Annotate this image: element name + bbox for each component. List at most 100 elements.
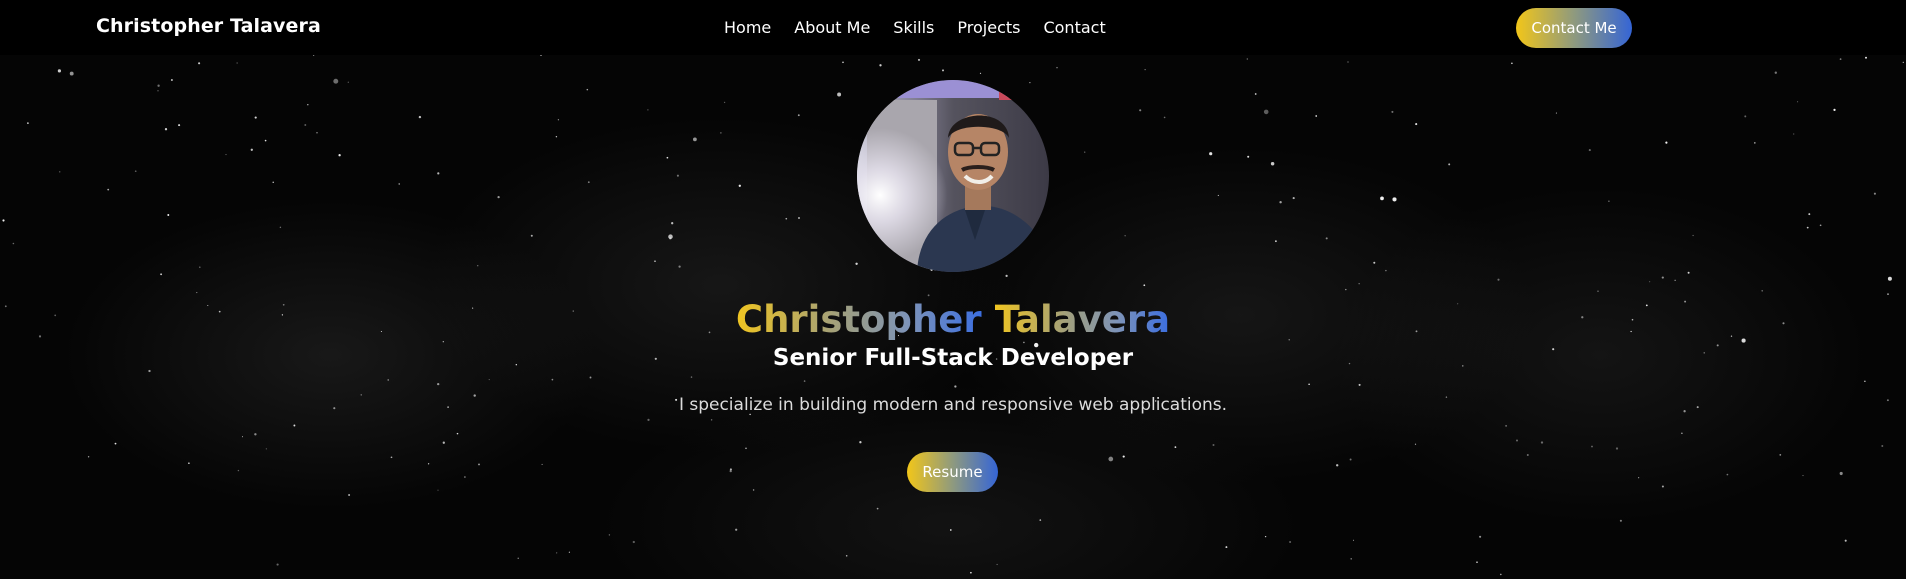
nav-link-about-me[interactable]: About Me [794, 18, 870, 37]
star [476, 264, 479, 267]
star [1761, 289, 1764, 292]
star [1163, 116, 1166, 119]
star [942, 69, 944, 72]
star [970, 571, 972, 574]
star [188, 462, 190, 464]
star [442, 441, 445, 444]
star [199, 266, 201, 268]
star [876, 507, 879, 510]
contact-me-button[interactable]: Contact Me [1516, 8, 1632, 48]
star [557, 119, 560, 121]
star [1391, 110, 1394, 113]
star [1358, 383, 1361, 386]
star [671, 222, 674, 225]
nav-links: Home About Me Skills Projects Contact [724, 18, 1129, 37]
nav-link-projects[interactable]: Projects [957, 18, 1020, 37]
star [842, 61, 844, 64]
star [254, 433, 257, 436]
star [1479, 535, 1482, 538]
star [738, 184, 741, 187]
star [1476, 561, 1478, 564]
star [437, 382, 440, 386]
star [1774, 71, 1777, 74]
star [437, 489, 439, 491]
star [879, 64, 882, 67]
star [1864, 380, 1866, 382]
star [745, 447, 747, 450]
star [996, 563, 998, 566]
star [1279, 201, 1282, 204]
nav-link-home[interactable]: Home [724, 18, 771, 37]
star [1144, 69, 1146, 71]
star [568, 551, 571, 553]
star [164, 128, 168, 131]
star [265, 448, 267, 450]
star [539, 55, 543, 57]
nav-link-contact[interactable]: Contact [1043, 18, 1105, 37]
hero-name: Christopher Talavera [0, 298, 1906, 341]
star [333, 78, 339, 84]
star [1264, 535, 1267, 538]
star [797, 114, 800, 117]
star [1619, 519, 1622, 522]
star [279, 226, 282, 229]
star [1555, 112, 1557, 114]
star [647, 109, 649, 111]
star [589, 376, 592, 379]
star [1797, 101, 1799, 103]
star [1225, 546, 1228, 549]
star [1505, 424, 1508, 427]
star [167, 214, 170, 216]
star [798, 217, 800, 219]
star [1839, 471, 1843, 476]
star [1124, 235, 1126, 237]
star [1108, 456, 1114, 462]
star [1345, 288, 1347, 291]
brand-logo-text[interactable]: Christopher Talavera [96, 15, 321, 37]
star [198, 62, 201, 65]
star [338, 154, 341, 157]
star [57, 69, 62, 73]
nav-link-skills[interactable]: Skills [893, 18, 934, 37]
star [1139, 109, 1142, 112]
star [427, 463, 430, 465]
star [1292, 197, 1295, 200]
star [837, 92, 842, 97]
star [1881, 445, 1884, 447]
star [1802, 475, 1804, 477]
star [1352, 539, 1355, 541]
star [1687, 271, 1690, 274]
star [1744, 115, 1747, 118]
star [59, 171, 61, 173]
star [1540, 441, 1544, 444]
star [551, 378, 554, 381]
star [250, 148, 253, 151]
star [316, 132, 318, 134]
star [437, 172, 440, 175]
star [1029, 81, 1031, 84]
star [1726, 473, 1729, 476]
star [1819, 224, 1822, 227]
resume-button[interactable]: Resume [907, 452, 998, 492]
star [398, 183, 400, 185]
star [157, 90, 159, 92]
star [785, 217, 788, 220]
star [1414, 443, 1417, 445]
star [723, 101, 726, 104]
star [1349, 458, 1352, 461]
star [1591, 445, 1593, 448]
star [949, 529, 952, 531]
star [845, 555, 848, 557]
star [442, 341, 444, 343]
profile-avatar [857, 80, 1049, 272]
hero-name-last: Talavera [994, 298, 1171, 341]
star [134, 170, 137, 173]
star [1373, 261, 1376, 264]
star [1174, 446, 1177, 448]
star [586, 88, 589, 91]
star [676, 174, 679, 177]
hero-name-first: Christopher [735, 298, 982, 341]
star [1844, 539, 1847, 542]
star [1056, 66, 1058, 69]
star [1497, 278, 1500, 281]
